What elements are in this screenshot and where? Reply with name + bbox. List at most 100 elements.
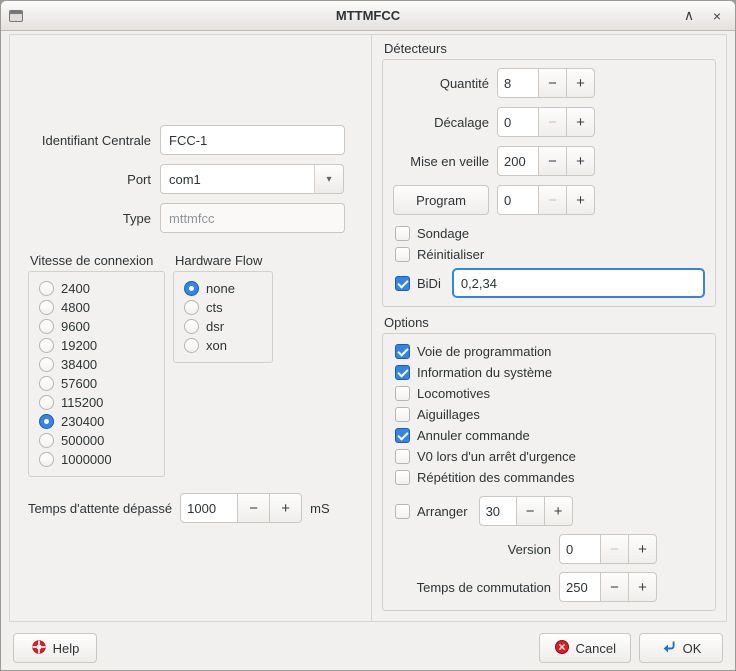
arranger-row[interactable]: Arranger − + — [395, 496, 705, 526]
radio-icon[interactable] — [39, 414, 54, 429]
bidi-checkbox-row[interactable]: BiDi — [395, 268, 705, 298]
option-checkbox-row[interactable]: Information du système — [395, 363, 705, 381]
quantite-input[interactable] — [497, 68, 539, 98]
vitesse-radio-option[interactable]: 115200 — [39, 394, 154, 411]
vitesse-radio-option[interactable]: 19200 — [39, 337, 154, 354]
options-group-title: Options — [384, 315, 716, 330]
checkbox-icon[interactable] — [395, 407, 410, 422]
minus-button[interactable]: − — [517, 496, 545, 526]
program-button[interactable]: Program — [393, 185, 489, 215]
plus-button[interactable]: + — [567, 185, 595, 215]
radio-icon[interactable] — [39, 281, 54, 296]
radio-icon[interactable] — [184, 338, 199, 353]
version-spinbutton: − + — [559, 534, 657, 564]
plus-button[interactable]: + — [545, 496, 573, 526]
bidi-input[interactable] — [452, 268, 705, 298]
option-checkbox-row[interactable]: V0 lors d'un arrêt d'urgence — [395, 447, 705, 465]
hardware-flow-group-title: Hardware Flow — [175, 253, 273, 268]
minus-button[interactable]: − — [238, 493, 270, 523]
hardware-flow-radio-option[interactable]: none — [184, 280, 262, 297]
vitesse-radio-option[interactable]: 38400 — [39, 356, 154, 373]
vitesse-radio-option[interactable]: 9600 — [39, 318, 154, 335]
detecteurs-box: Quantité − + Décalage − + — [382, 59, 716, 307]
vitesse-radio-list: 2400 4800 9600 — [28, 271, 165, 477]
option-checkbox-row[interactable]: Locomotives — [395, 384, 705, 402]
vitesse-radio-option[interactable]: 4800 — [39, 299, 154, 316]
plus-button[interactable]: + — [567, 146, 595, 176]
option-checkbox-row[interactable]: Aiguillages — [395, 405, 705, 423]
reinitialiser-checkbox-row[interactable]: Réinitialiser — [395, 245, 705, 264]
program-input[interactable] — [497, 185, 539, 215]
plus-button[interactable]: + — [629, 534, 657, 564]
checkbox-icon[interactable] — [395, 470, 410, 485]
option-checkbox-row[interactable]: Voie de programmation — [395, 342, 705, 360]
cancel-button-label: Cancel — [576, 641, 616, 656]
vitesse-radio-option[interactable]: 2400 — [39, 280, 154, 297]
checkbox-icon[interactable] — [395, 386, 410, 401]
plus-button[interactable]: + — [567, 68, 595, 98]
vitesse-radio-option[interactable]: 1000000 — [39, 451, 154, 468]
checkbox-icon[interactable] — [395, 226, 410, 241]
checkbox-icon[interactable] — [395, 504, 410, 519]
vitesse-group-title: Vitesse de connexion — [30, 253, 165, 268]
identifiant-input[interactable] — [160, 125, 345, 155]
port-dropdown-button[interactable]: ▾ — [314, 164, 344, 194]
port-combobox[interactable]: ▾ — [160, 164, 345, 194]
plus-button[interactable]: + — [629, 572, 657, 602]
radio-icon[interactable] — [39, 300, 54, 315]
minus-icon: − — [548, 114, 557, 131]
ok-button[interactable]: OK — [639, 633, 723, 663]
minus-button[interactable]: − — [539, 146, 567, 176]
radio-icon[interactable] — [39, 357, 54, 372]
minus-icon: − — [548, 192, 557, 209]
radio-icon[interactable] — [184, 281, 199, 296]
radio-icon[interactable] — [184, 319, 199, 334]
connection-form: Identifiant Centrale Port ▾ Type — [20, 125, 361, 233]
decalage-input[interactable] — [497, 107, 539, 137]
checkbox-icon[interactable] — [395, 449, 410, 464]
timeout-spinbutton: − + — [180, 493, 302, 523]
bidi-label: BiDi — [417, 276, 441, 291]
minus-button[interactable]: − — [539, 68, 567, 98]
radio-icon[interactable] — [39, 376, 54, 391]
radio-icon[interactable] — [39, 319, 54, 334]
arranger-input[interactable] — [479, 496, 517, 526]
shade-button[interactable]: ∧ — [678, 5, 700, 27]
radio-icon[interactable] — [39, 452, 54, 467]
checkbox-icon[interactable] — [395, 247, 410, 262]
radio-icon[interactable] — [39, 433, 54, 448]
radio-icon[interactable] — [39, 338, 54, 353]
radio-icon[interactable] — [39, 395, 54, 410]
cancel-button[interactable]: Cancel — [539, 633, 631, 663]
checkbox-icon[interactable] — [395, 365, 410, 380]
plus-button[interactable]: + — [567, 107, 595, 137]
vitesse-radio-option[interactable]: 230400 — [39, 413, 154, 430]
option-checkbox-row[interactable]: Annuler commande — [395, 426, 705, 444]
plus-button[interactable]: + — [270, 493, 302, 523]
minus-button[interactable]: − — [601, 572, 629, 602]
radio-icon[interactable] — [184, 300, 199, 315]
vitesse-radio-option[interactable]: 57600 — [39, 375, 154, 392]
mise-en-veille-input[interactable] — [497, 146, 539, 176]
plus-icon: + — [576, 75, 585, 92]
timeout-input[interactable] — [180, 493, 238, 523]
hardware-flow-radio-option[interactable]: cts — [184, 299, 262, 316]
help-button[interactable]: Help — [13, 633, 97, 663]
checkbox-icon[interactable] — [395, 344, 410, 359]
hardware-flow-radio-list: none cts dsr — [173, 271, 273, 363]
titlebar[interactable]: MTTMFCC ∧ × — [1, 1, 735, 31]
checkbox-icon[interactable] — [395, 276, 410, 291]
checkbox-icon[interactable] — [395, 428, 410, 443]
minus-button: − — [539, 107, 567, 137]
shade-icon: ∧ — [684, 7, 694, 24]
commutation-input[interactable] — [559, 572, 601, 602]
vitesse-group: Vitesse de connexion 2400 4800 — [28, 253, 165, 477]
close-button[interactable]: × — [706, 5, 728, 27]
version-input[interactable] — [559, 534, 601, 564]
option-checkbox-row[interactable]: Répétition des commandes — [395, 468, 705, 486]
vitesse-radio-option[interactable]: 500000 — [39, 432, 154, 449]
port-input[interactable] — [160, 164, 315, 194]
hardware-flow-radio-option[interactable]: xon — [184, 337, 262, 354]
hardware-flow-radio-option[interactable]: dsr — [184, 318, 262, 335]
sondage-checkbox-row[interactable]: Sondage — [395, 224, 705, 243]
